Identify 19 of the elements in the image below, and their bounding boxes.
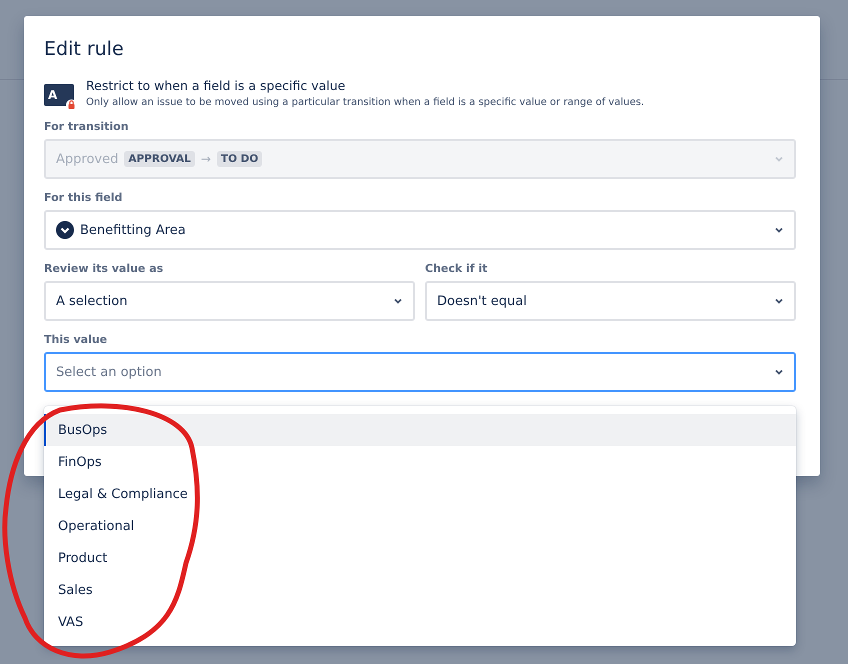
field-label: For this field — [44, 191, 124, 204]
menu-option[interactable]: VAS — [44, 606, 796, 638]
value-select[interactable]: Select an option — [44, 352, 796, 392]
menu-option[interactable]: FinOps — [44, 446, 796, 478]
rule-title: Restrict to when a field is a specific value — [86, 78, 346, 93]
field-label: Review its value as — [44, 262, 164, 275]
menu-option[interactable]: BusOps — [44, 414, 796, 446]
review-select[interactable]: A selection — [44, 281, 415, 321]
menu-option[interactable]: Operational — [44, 510, 796, 542]
dialog-title: Edit rule — [44, 38, 125, 60]
menu-option[interactable]: Sales — [44, 574, 796, 606]
field-label: This value — [44, 333, 108, 346]
condition-select[interactable]: Doesn't equal — [425, 281, 796, 321]
field-select[interactable]: Benefitting Area — [44, 210, 796, 250]
menu-option[interactable]: Legal & Compliance — [44, 478, 796, 510]
field-label: Check if it — [425, 262, 488, 275]
rule-description: Only allow an issue to be moved using a particular transition when a field is a specific value or range of values. — [86, 97, 644, 108]
menu-option[interactable]: Product — [44, 542, 796, 574]
field-label: For transition — [44, 120, 130, 133]
